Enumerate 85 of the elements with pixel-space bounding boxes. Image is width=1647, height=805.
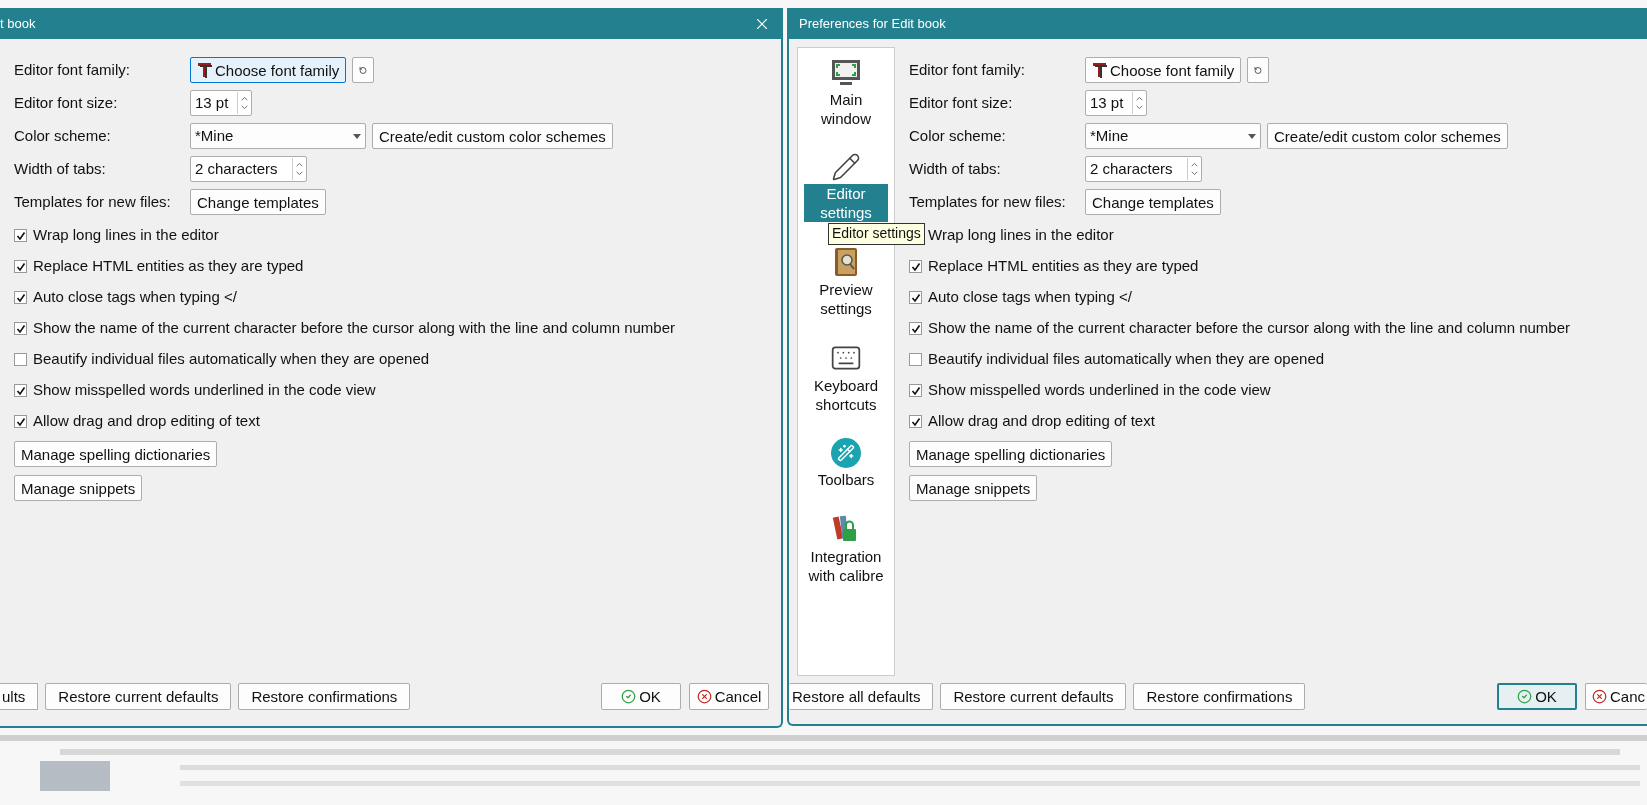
check-icon — [1517, 688, 1533, 704]
field-label: Editor font family: — [14, 59, 131, 80]
checkbox-label: Auto close tags when typing </ — [33, 287, 237, 308]
restore-button[interactable]: Restore current defaults — [940, 682, 1127, 710]
choose-font-button[interactable]: Choose font family — [1085, 57, 1242, 83]
checkbox[interactable] — [909, 384, 922, 397]
sidebar-item[interactable]: Main window — [804, 90, 888, 128]
checkbox[interactable] — [909, 322, 922, 335]
field-label: Width of tabs: — [14, 158, 107, 179]
spin-box[interactable]: 13 pt — [1085, 90, 1147, 116]
field-label: Editor font size: — [909, 92, 1014, 113]
sidebar-item[interactable]: Toolbars — [804, 470, 888, 489]
checkbox-label: Show misspelled words underlined in the code view — [928, 380, 1271, 401]
sidebar-item[interactable]: Keyboard shortcuts — [804, 376, 888, 414]
dropdown-arrow-icon — [353, 133, 361, 139]
choose-font-button[interactable]: Choose font family — [190, 57, 347, 83]
spin-box[interactable]: 2 characters — [1085, 156, 1202, 182]
checkbox[interactable] — [14, 322, 27, 335]
checkbox-label: Replace HTML entities as they are typed — [928, 256, 1199, 277]
checkbox[interactable] — [14, 291, 27, 304]
checkbox[interactable] — [909, 353, 922, 366]
reset-button[interactable] — [352, 57, 375, 83]
checkbox-label: Auto close tags when typing </ — [928, 287, 1132, 308]
sidebar-item[interactable]: Integration with calibre — [804, 547, 888, 585]
font-icon — [1092, 61, 1108, 79]
color-schemes-button[interactable]: Create/edit custom color schemes — [372, 123, 613, 149]
change-templates-button[interactable]: Change templates — [190, 189, 326, 215]
checkbox-label: Show misspelled words underlined in the code view — [33, 380, 376, 401]
checkbox-label: Beautify individual files automatically when they are opened — [928, 349, 1325, 370]
cancel-icon — [1591, 688, 1607, 704]
restore-button[interactable]: Restore all defaults — [789, 682, 934, 710]
checkbox-label: Show the name of the current character before the cursor along with the line and column number — [928, 318, 1571, 339]
manage-button[interactable]: Manage snippets — [14, 475, 143, 501]
sidebar-item[interactable]: Editor settings — [804, 184, 888, 222]
cancel-button[interactable]: Canc — [1584, 682, 1647, 710]
checkbox[interactable] — [14, 415, 27, 428]
field-label: Templates for new files: — [14, 191, 172, 212]
restore-button[interactable]: Restore confirmations — [238, 682, 411, 710]
restore-button[interactable]: ults — [0, 682, 39, 710]
field-label: Color scheme: — [14, 125, 112, 146]
window-title: Preferences for Edit book — [799, 14, 946, 33]
reset-button[interactable] — [1247, 57, 1270, 83]
window-title: t book — [0, 14, 36, 33]
checkbox[interactable] — [14, 229, 27, 242]
checkbox[interactable] — [909, 260, 922, 273]
dropdown-arrow-icon — [1248, 133, 1256, 139]
field-label: Editor font size: — [14, 92, 119, 113]
check-icon — [621, 688, 637, 704]
cancel-icon — [696, 688, 712, 704]
font-icon — [197, 61, 213, 79]
field-label: Width of tabs: — [909, 158, 1002, 179]
manage-button[interactable]: Manage snippets — [909, 475, 1038, 501]
wand-icon — [831, 438, 861, 468]
color-scheme-dropdown[interactable]: *Mine — [190, 123, 366, 149]
ok-button[interactable]: OK — [601, 682, 681, 710]
checkbox[interactable] — [14, 353, 27, 366]
spin-box[interactable]: 2 characters — [190, 156, 307, 182]
checkbox-label: Allow drag and drop editing of text — [928, 411, 1155, 432]
spin-box[interactable]: 13 pt — [190, 90, 252, 116]
change-templates-button[interactable]: Change templates — [1085, 189, 1221, 215]
checkbox[interactable] — [14, 384, 27, 397]
checkbox[interactable] — [14, 260, 27, 273]
checkbox[interactable] — [909, 415, 922, 428]
manage-button[interactable]: Manage spelling dictionaries — [14, 441, 218, 467]
checkbox-label: Wrap long lines in the editor — [928, 225, 1114, 246]
cancel-button[interactable]: Cancel — [689, 682, 769, 710]
color-schemes-button[interactable]: Create/edit custom color schemes — [1267, 123, 1508, 149]
sidebar-item[interactable]: Preview settings — [804, 280, 888, 318]
pencil-icon — [831, 152, 861, 182]
checkbox-label: Allow drag and drop editing of text — [33, 411, 260, 432]
ok-button[interactable]: OK — [1496, 682, 1577, 710]
checkbox-label: Wrap long lines in the editor — [33, 225, 219, 246]
color-scheme-dropdown[interactable]: *Mine — [1085, 123, 1261, 149]
manage-button[interactable]: Manage spelling dictionaries — [909, 441, 1113, 467]
checkbox-label: Replace HTML entities as they are typed — [33, 256, 304, 277]
monitor-icon — [830, 58, 862, 88]
restore-button[interactable]: Restore current defaults — [45, 682, 232, 710]
field-label: Color scheme: — [909, 125, 1007, 146]
checkbox[interactable] — [909, 291, 922, 304]
field-label: Templates for new files: — [909, 191, 1067, 212]
restore-button[interactable]: Restore confirmations — [1133, 682, 1306, 710]
checkbox-label: Beautify individual files automatically when they are opened — [33, 349, 430, 370]
field-label: Editor font family: — [909, 59, 1026, 80]
tooltip: Editor settings — [828, 223, 925, 245]
checkbox-label: Show the name of the current character before the cursor along with the line and column number — [33, 318, 676, 339]
